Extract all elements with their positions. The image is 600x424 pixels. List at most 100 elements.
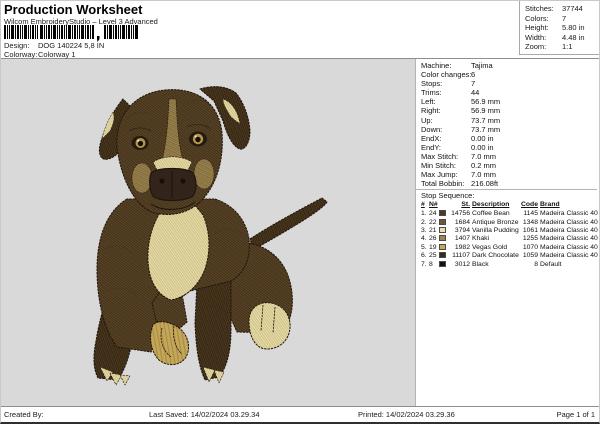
thread-description: Khaki bbox=[472, 235, 490, 243]
machine-info-value: 44 bbox=[471, 88, 480, 98]
design-label: Design: bbox=[4, 41, 30, 50]
thread-brand: Madeira Classic 40 bbox=[540, 243, 598, 251]
stat-row: Colors: 7 bbox=[525, 14, 597, 24]
design-preview-area bbox=[1, 59, 415, 407]
printed-timestamp: Printed: 14/02/2024 03.29.36 bbox=[358, 410, 455, 419]
needle-number: 21 bbox=[429, 226, 437, 234]
machine-info-row: Left: 56.9 mm bbox=[421, 97, 597, 106]
machine-info-row: Total Bobbin: 216.08ft bbox=[421, 179, 597, 188]
machine-info-value: 6 bbox=[471, 70, 476, 80]
machine-info-value: 7 bbox=[471, 79, 476, 89]
stop-number: 6. bbox=[421, 252, 427, 260]
column-header: # bbox=[421, 201, 425, 209]
needle-number: 22 bbox=[429, 218, 437, 226]
thread-description: Vanilla Pudding bbox=[472, 226, 519, 234]
machine-info-row: Max Jump: 7.0 mm bbox=[421, 170, 597, 179]
stat-value: 7 bbox=[562, 13, 567, 23]
machine-info-label: Total Bobbin: bbox=[421, 179, 465, 189]
thread-code: 1255 bbox=[522, 235, 538, 243]
machine-info-list: Machine: Tajima Color changes: 6 Stops: 7 Trim… bbox=[421, 61, 597, 188]
column-header: N# bbox=[429, 201, 438, 209]
stop-sequence-row: 1. 24 14756 Coffee Bean 1145 Madeira Classic … bbox=[421, 210, 599, 218]
thread-swatch-cell bbox=[439, 260, 448, 269]
machine-info-value: 56.9 mm bbox=[471, 106, 501, 116]
thread-code: 1059 bbox=[522, 252, 538, 260]
stat-label: Height: bbox=[525, 23, 549, 33]
thread-brand: Default bbox=[540, 260, 562, 268]
stat-row: Width: 4.48 in bbox=[525, 33, 597, 43]
stitch-count: 14756 bbox=[451, 210, 470, 218]
machine-info-row: Max Stitch: 7.0 mm bbox=[421, 152, 597, 161]
machine-info-row: Machine: Tajima bbox=[421, 61, 597, 70]
column-header: St. bbox=[461, 201, 470, 209]
needle-number: 25 bbox=[429, 252, 437, 260]
machine-info-value: 73.7 mm bbox=[471, 124, 501, 134]
thread-color-swatch bbox=[439, 226, 446, 233]
stop-sequence-row: 3. 21 3794 Vanilla Pudding 1061 Madeira Class… bbox=[421, 226, 599, 235]
stop-sequence-row: 2. 22 1684 Antique Bronze 1348 Madeira Classi… bbox=[421, 218, 599, 227]
thread-brand: Madeira Classic 40 bbox=[540, 210, 598, 218]
thread-color-swatch bbox=[439, 260, 446, 267]
machine-info-value: 0.2 mm bbox=[471, 161, 497, 171]
machine-info-value: 7.0 mm bbox=[471, 151, 497, 161]
stitch-count: 3794 bbox=[454, 226, 470, 234]
machine-info-label: Up: bbox=[421, 115, 433, 125]
thread-swatch-cell bbox=[439, 243, 448, 252]
machine-info-label: Max Jump: bbox=[421, 170, 458, 180]
footer: Created By: Last Saved: 14/02/2024 03.29… bbox=[1, 406, 599, 422]
stitch-count: 1982 bbox=[454, 243, 470, 251]
thread-code: 1348 bbox=[522, 218, 538, 226]
design-stats-box: Stitches: 37744 Colors: 7 Height: 5.80 in Widt… bbox=[519, 1, 599, 55]
thread-color-swatch bbox=[439, 235, 446, 242]
page-number: Page 1 of 1 bbox=[556, 410, 595, 419]
swatch-column-spacer bbox=[439, 201, 448, 210]
header: Production Worksheet Wilcom EmbroiderySt… bbox=[1, 1, 599, 59]
stat-value: 37744 bbox=[562, 4, 583, 13]
thread-code: 1061 bbox=[522, 226, 538, 234]
stat-row: Zoom: 1:1 bbox=[525, 42, 597, 52]
stat-label: Colors: bbox=[525, 13, 549, 23]
machine-info-label: Down: bbox=[421, 124, 443, 134]
stat-label: Width: bbox=[525, 32, 547, 42]
stop-number: 1. bbox=[421, 210, 427, 218]
stop-number: 7. bbox=[421, 260, 427, 268]
needle-number: 24 bbox=[429, 210, 437, 218]
thread-description: Black bbox=[472, 260, 489, 268]
stat-label: Zoom: bbox=[525, 42, 547, 52]
thread-brand: Madeira Classic 40 bbox=[540, 218, 598, 226]
thread-description: Vegas Gold bbox=[472, 243, 508, 251]
stop-sequence-row: 5. 19 1982 Vegas Gold 1070 Madeira Classic 40 bbox=[421, 243, 599, 252]
machine-info-label: Stops: bbox=[421, 79, 443, 89]
stop-number: 3. bbox=[421, 226, 427, 234]
machine-info-row: Min Stitch: 0.2 mm bbox=[421, 161, 597, 170]
colorway-name: Colorway 1 bbox=[38, 50, 76, 59]
machine-info-row: Trims: 44 bbox=[421, 88, 597, 97]
machine-info-label: EndY: bbox=[421, 142, 442, 152]
design-name: DOG 140224 5,8 IN bbox=[38, 41, 105, 50]
stop-sequence-row: 4. 26 1407 Khaki 1255 Madeira Classic 40 bbox=[421, 235, 599, 243]
machine-info-label: Machine: bbox=[421, 61, 452, 70]
barcode bbox=[4, 25, 138, 42]
machine-info-value: 216.08ft bbox=[471, 179, 499, 189]
thread-color-swatch bbox=[439, 210, 446, 217]
machine-info-row: Color changes: 6 bbox=[421, 70, 597, 79]
thread-color-swatch bbox=[439, 218, 446, 225]
panel-separator bbox=[416, 189, 597, 191]
last-saved-timestamp: Last Saved: 14/02/2024 03.29.34 bbox=[149, 410, 260, 419]
thread-swatch-cell bbox=[439, 226, 448, 235]
details-panel: Machine: Tajima Color changes: 6 Stops: 7 Trim… bbox=[415, 59, 599, 407]
stat-value: 1:1 bbox=[562, 42, 573, 52]
machine-info-label: Max Stitch: bbox=[421, 151, 459, 161]
machine-info-label: Right: bbox=[421, 106, 441, 116]
thread-color-swatch bbox=[439, 243, 446, 250]
column-header: Code bbox=[521, 201, 538, 209]
stat-row: Height: 5.80 in bbox=[525, 23, 597, 33]
machine-info-row: Down: 73.7 mm bbox=[421, 125, 597, 134]
design-row: Design: DOG 140224 5,8 IN bbox=[4, 41, 104, 50]
machine-info-label: Trims: bbox=[421, 88, 442, 98]
stop-sequence-table: # N# St. Description Code Brand 1. 24 14756 Coff… bbox=[421, 201, 599, 269]
stitch-count: 1684 bbox=[454, 218, 470, 226]
stat-label: Stitches: bbox=[525, 4, 554, 13]
machine-info-row: EndX: 0.00 in bbox=[421, 134, 597, 143]
machine-info-value: 73.7 mm bbox=[471, 115, 501, 125]
